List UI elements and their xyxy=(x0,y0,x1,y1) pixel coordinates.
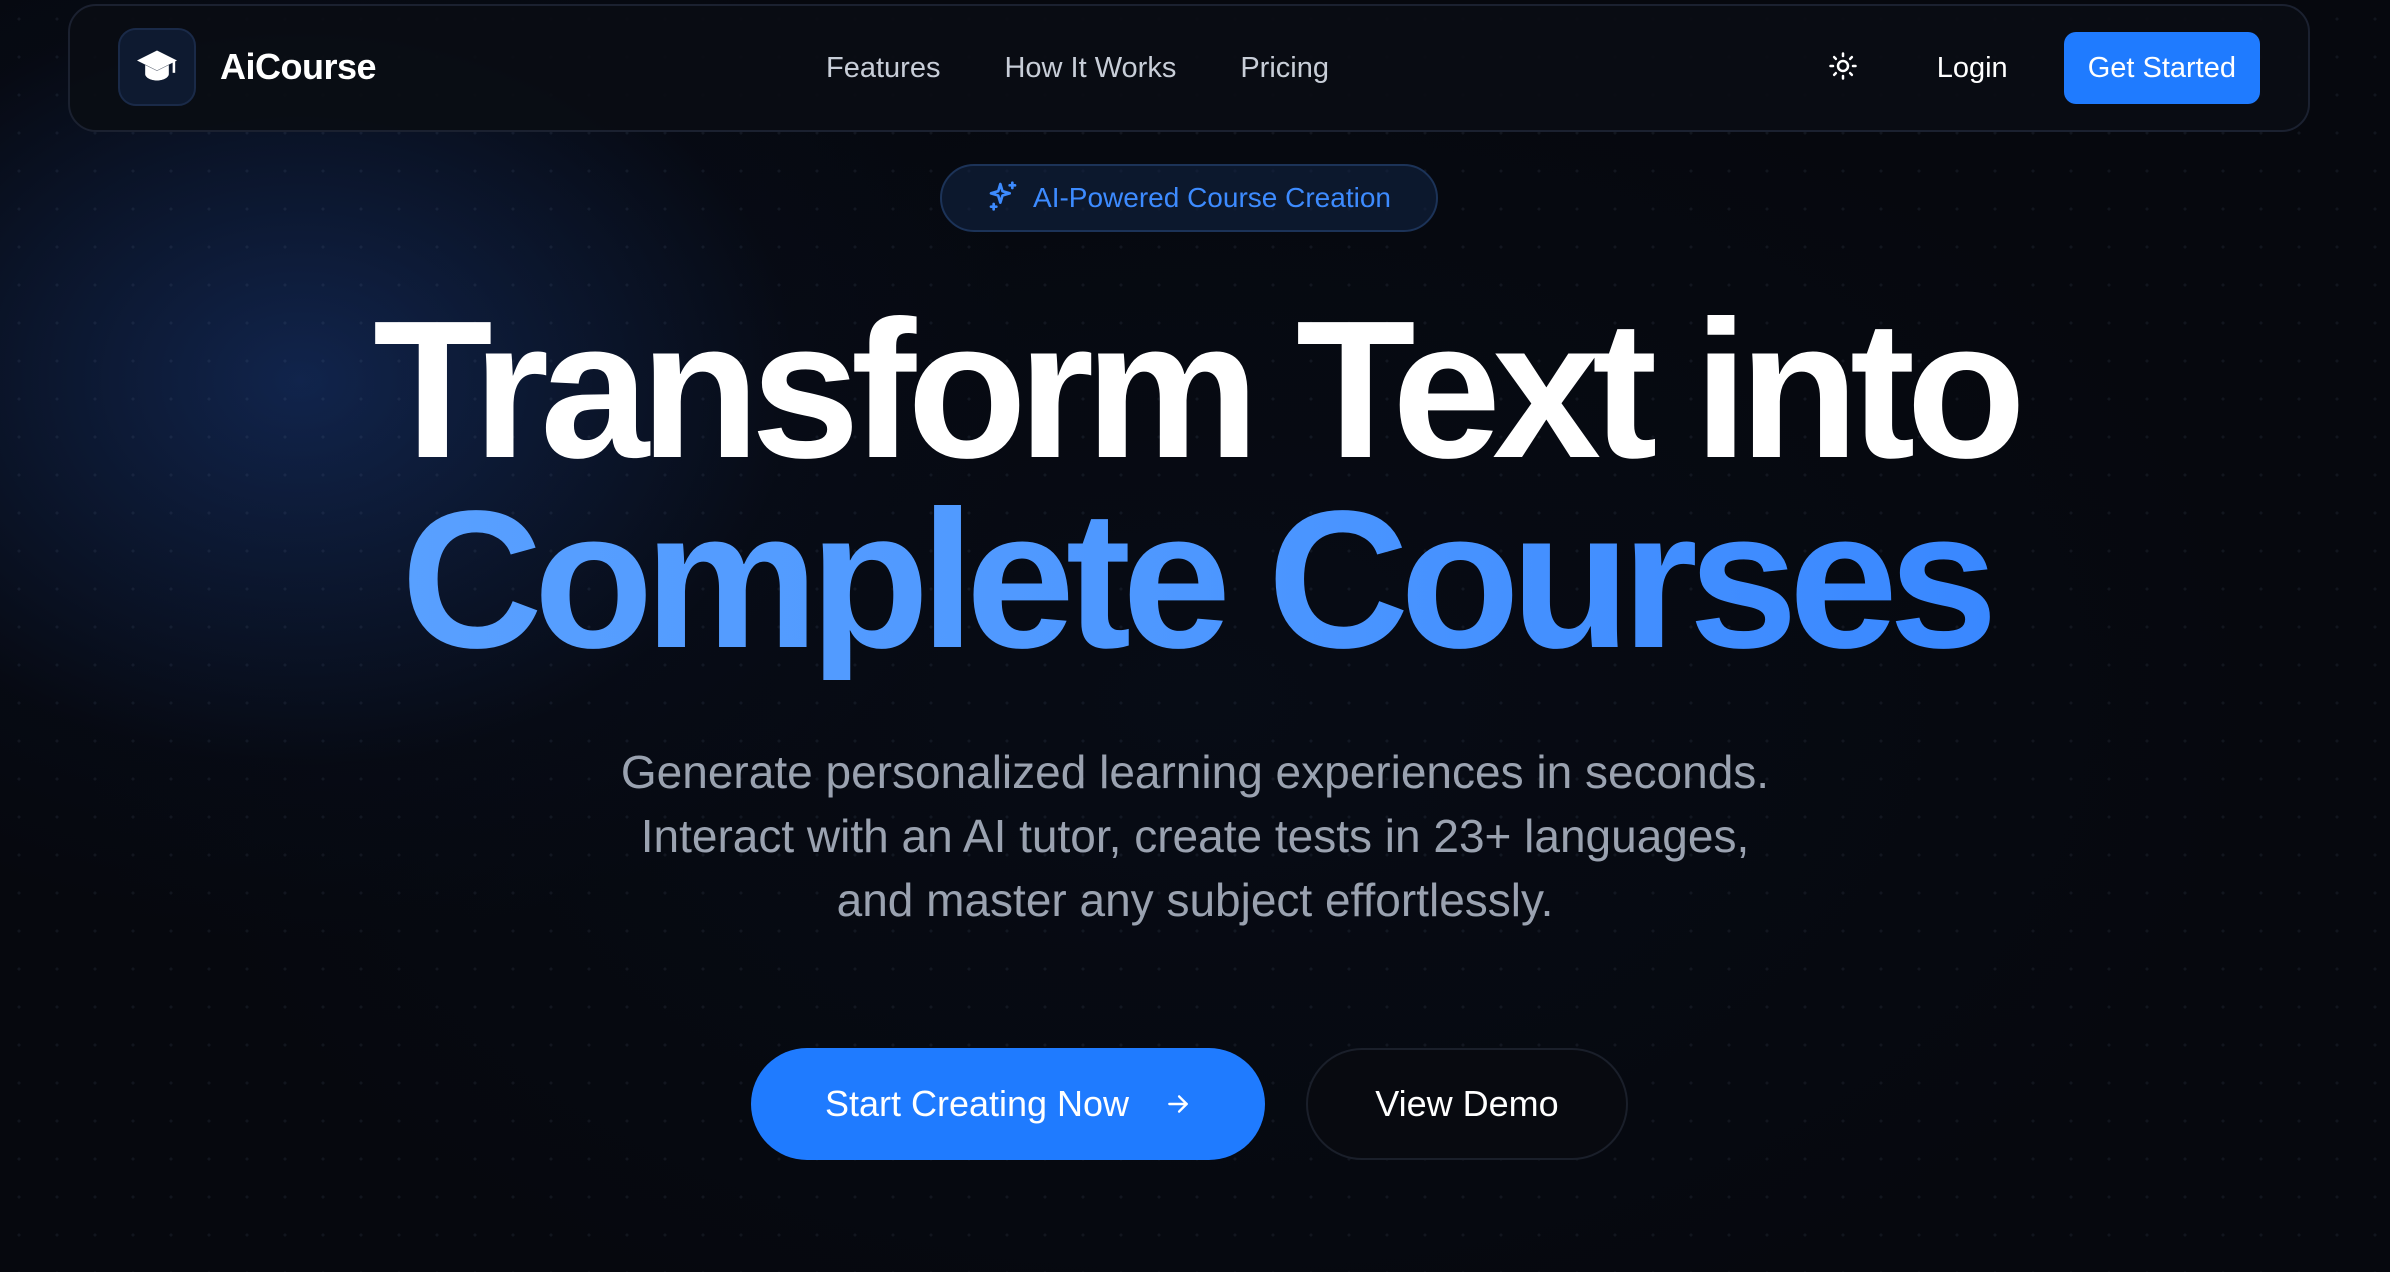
landing-page: AiCourse Features How It Works Pricing L… xyxy=(0,0,2390,1272)
theme-toggle-button[interactable] xyxy=(1819,44,1867,92)
view-demo-button[interactable]: View Demo xyxy=(1306,1048,1628,1160)
sparkles-icon xyxy=(987,180,1019,217)
hero-subtitle: Generate personalized learning experienc… xyxy=(620,746,1770,926)
navbar: AiCourse Features How It Works Pricing L… xyxy=(68,4,2310,132)
start-creating-label: Start Creating Now xyxy=(824,1083,1130,1124)
graduation-cap-icon xyxy=(135,45,179,90)
brand-name: AiCourse xyxy=(220,46,377,87)
nav-link-features[interactable]: Features xyxy=(826,52,940,85)
start-creating-button[interactable]: Start Creating Now xyxy=(751,1048,1265,1160)
nav-link-pricing[interactable]: Pricing xyxy=(1240,52,1329,85)
hero-headline-line-1: Transform Text into xyxy=(372,280,2026,499)
logo xyxy=(118,28,196,106)
nav-actions: Login Get Started xyxy=(1819,6,2260,130)
brand[interactable]: AiCourse xyxy=(118,28,377,106)
nav-links: Features How It Works Pricing xyxy=(826,6,1393,130)
sun-icon xyxy=(1828,51,1858,86)
badge-label: AI-Powered Course Creation xyxy=(1033,182,1391,213)
hero-headline-line-2: Complete Courses xyxy=(0,480,2390,680)
hero-badge: AI-Powered Course Creation xyxy=(940,164,1438,232)
login-link[interactable]: Login xyxy=(1937,52,2008,85)
arrow-right-icon xyxy=(1165,1091,1191,1117)
get-started-button[interactable]: Get Started xyxy=(2063,32,2260,104)
nav-link-how-it-works[interactable]: How It Works xyxy=(1004,52,1176,85)
